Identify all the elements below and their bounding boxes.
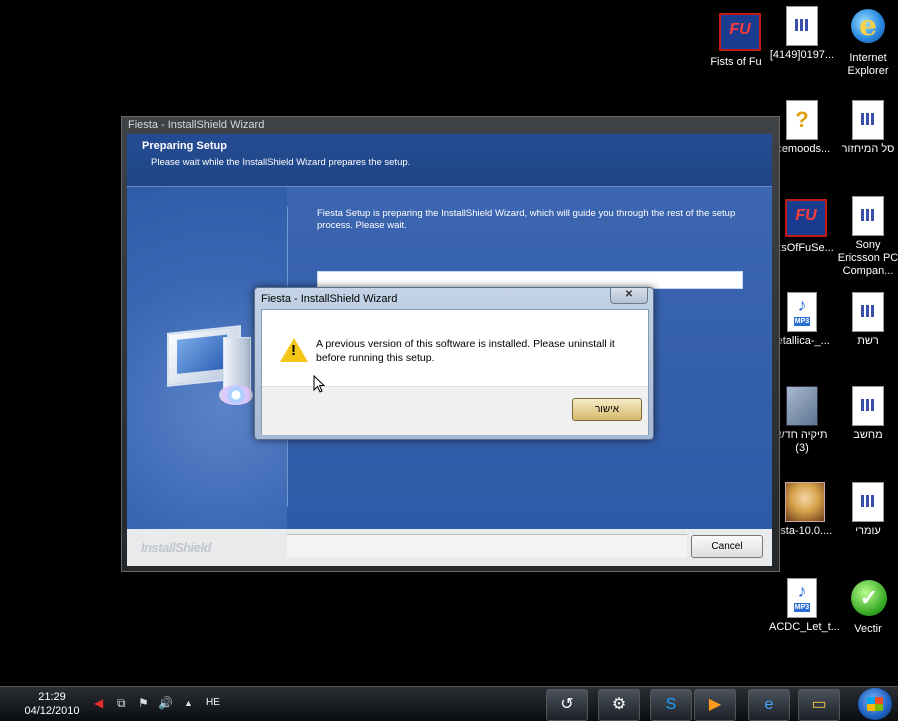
- wizard-body-text: Fiesta Setup is preparing the InstallShi…: [317, 208, 736, 231]
- desktop-icon-label: עומרי: [855, 525, 881, 537]
- fists-of-fu-icon: FU: [719, 13, 761, 51]
- desktop-icon-label: Vectir: [854, 623, 882, 635]
- desktop-icon-network[interactable]: רשת: [835, 292, 898, 348]
- document-icon: [852, 100, 884, 140]
- desktop-icon-label: Internet Explorer: [847, 52, 889, 77]
- character-icon: [785, 482, 825, 522]
- window-title: Fiesta - InstallShield Wizard: [128, 119, 265, 131]
- flag-icon[interactable]: ⚑: [138, 696, 149, 710]
- cancel-button[interactable]: Cancel: [691, 535, 763, 558]
- dialog-content: ! A previous version of this software is…: [261, 309, 649, 435]
- desktop-icon-computer[interactable]: מחשב: [835, 386, 898, 442]
- folder-icon: [786, 386, 818, 426]
- skype-icon: S: [665, 696, 677, 713]
- installshield-logo: InstallShield: [141, 540, 212, 555]
- windows-explorer-icon: ▭: [811, 696, 827, 713]
- footer-divider: [287, 534, 687, 557]
- show-hidden-icons-icon[interactable]: ▲: [184, 698, 193, 708]
- dialog-message: A previous version of this software is i…: [316, 338, 615, 364]
- desktop-icon-label: [4149]0197...: [769, 49, 835, 61]
- desktop-icon-internet-explorer[interactable]: e Internet Explorer: [835, 6, 898, 78]
- wizard-header-title: Preparing Setup: [142, 140, 227, 152]
- mp3-tag: MP3: [794, 603, 810, 612]
- taskbar-skype-button[interactable]: S: [650, 689, 692, 721]
- game-launcher-icon: ⚙: [611, 696, 627, 713]
- taskbar-internet-explorer-button[interactable]: e: [748, 689, 790, 721]
- unknown-file-icon: ?: [786, 100, 818, 140]
- network-icon[interactable]: ⧉: [117, 696, 126, 711]
- desktop-icon-recycle-bin[interactable]: סל המיחזור: [835, 100, 898, 156]
- dialog-title: Fiesta - InstallShield Wizard: [261, 293, 398, 305]
- close-button[interactable]: ✕: [610, 288, 648, 304]
- dialog-button-bar: אישור: [262, 386, 648, 435]
- language-indicator[interactable]: HE: [206, 697, 220, 708]
- taskbar-media-player-button[interactable]: ▶: [694, 689, 736, 721]
- taskbar-game-button[interactable]: ⚙: [598, 689, 640, 721]
- mouse-cursor-icon: [313, 375, 325, 393]
- system-clock[interactable]: 21:29 04/12/2010: [14, 690, 90, 718]
- desktop-icon-label: רשת: [857, 335, 879, 347]
- clock-date: 04/12/2010: [24, 705, 80, 717]
- taskbar-vectir-remote-button[interactable]: ↺: [546, 689, 588, 721]
- vectir-icon: ✓: [851, 580, 887, 616]
- alert-dialog: Fiesta - InstallShield Wizard ✕ ! A prev…: [254, 287, 654, 440]
- desktop-icon-vectir[interactable]: ✓ Vectir: [835, 578, 898, 636]
- desktop-icon-label: Sony Ericsson PC Compan...: [837, 239, 898, 277]
- wizard-header-subtitle: Please wait while the InstallShield Wiza…: [151, 157, 411, 168]
- mp3-tag: MP3: [794, 317, 810, 326]
- wizard-footer: InstallShield Cancel: [127, 529, 772, 566]
- desktop-icon-omri[interactable]: עומרי: [835, 482, 898, 538]
- ok-button[interactable]: אישור: [572, 398, 642, 421]
- document-icon: [786, 6, 818, 46]
- media-player-icon: ▶: [708, 696, 722, 713]
- volume-icon[interactable]: 🔊: [158, 696, 173, 710]
- document-icon: [852, 292, 884, 332]
- fists-of-fu-icon: FU: [785, 199, 827, 237]
- internet-explorer-icon: e: [764, 696, 774, 713]
- desktop-icon-label: מחשב: [853, 429, 883, 441]
- taskbar: 21:29 04/12/2010 ◀ ⧉ ⚑ 🔊 ▲ HE ↺ ⚙ S ▶ e …: [0, 686, 898, 721]
- document-icon: [852, 386, 884, 426]
- desktop-icon-sony-ericsson[interactable]: Sony Ericsson PC Compan...: [835, 196, 898, 278]
- warning-mark: !: [291, 342, 296, 359]
- desktop-icon-label: Fists of Fu: [710, 56, 762, 68]
- document-icon: [852, 482, 884, 522]
- desktop-icon-label: ACDC_Let_t...: [769, 621, 840, 633]
- vectir-remote-icon: ↺: [560, 696, 574, 713]
- desktop-icon-acdc[interactable]: ♪ MP3 ACDC_Let_t...: [769, 578, 840, 634]
- wizard-header: Preparing Setup Please wait while the In…: [127, 134, 772, 187]
- document-icon: [852, 196, 884, 236]
- notification-red-icon[interactable]: ◀: [94, 696, 103, 710]
- mp3-icon: ♪ MP3: [787, 292, 817, 332]
- disc-icon: [219, 385, 253, 405]
- clock-time: 21:29: [38, 691, 66, 703]
- desktop-icon-document[interactable]: [4149]0197...: [769, 6, 835, 62]
- desktop-icon-fists-of-fu[interactable]: FU Fists of Fu: [703, 10, 769, 69]
- desktop-icon-label: סל המיחזור: [841, 143, 895, 155]
- start-button[interactable]: [858, 688, 892, 720]
- mp3-icon: ♪ MP3: [787, 578, 817, 618]
- taskbar-windows-explorer-button[interactable]: ▭: [798, 689, 840, 721]
- internet-explorer-icon: e: [851, 9, 885, 43]
